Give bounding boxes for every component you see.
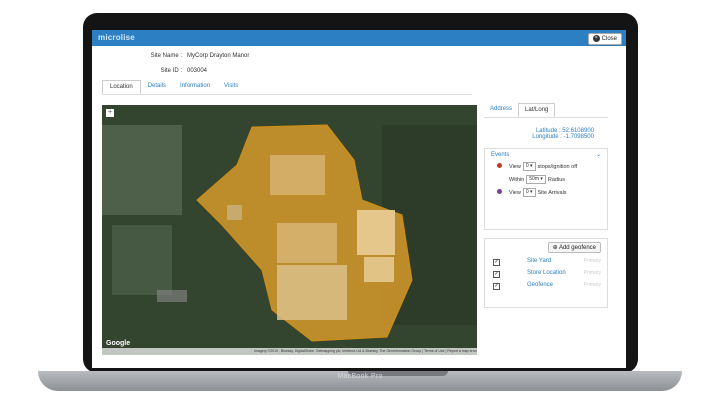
site-name-label: Site Name : [150, 53, 182, 59]
events-title: Events [491, 152, 510, 158]
geofence-status: Primary [583, 270, 601, 276]
events-header[interactable]: Events ⌄ [485, 149, 607, 161]
map-imagery [102, 105, 477, 355]
site-id-label: Site ID : [160, 68, 182, 74]
tab-details[interactable]: Details [141, 80, 173, 94]
arrivals-text: Site Arrivals [537, 189, 567, 196]
arrivals-dot-icon [497, 189, 502, 194]
tab-information[interactable]: Information [173, 80, 217, 94]
tab-lat-long[interactable]: Lat/Long [518, 103, 556, 117]
geofence-row: ✓ Geofence Primary [485, 281, 607, 293]
tab-visits[interactable]: Visits [217, 80, 245, 94]
site-id-value: 003004 [187, 68, 208, 74]
arrivals-view-label: View [509, 189, 521, 196]
site-name-value: MyCorp Drayton Manor [187, 53, 250, 59]
radius-row: Within 50m ▾ Radius [485, 174, 607, 187]
longitude-value: -1.7098500 [563, 134, 594, 140]
close-button[interactable]: × Close [587, 33, 622, 45]
chevron-down-icon[interactable]: ⌄ [596, 151, 601, 158]
main-tabs: Location Details Information Visits [102, 80, 472, 95]
checkbox[interactable]: ✓ [493, 259, 500, 266]
stops-dot-icon [497, 163, 502, 168]
stops-row: View 0 ▾ stops/ignition off [485, 161, 607, 174]
tab-location[interactable]: Location [102, 80, 141, 94]
stops-view-label: View [509, 163, 521, 170]
side-tabs: Address Lat/Long [484, 103, 608, 118]
laptop-model-label: MacBook Pro [337, 373, 383, 380]
radius-text: Radius [547, 176, 566, 183]
longitude-label: Longitude : [532, 134, 562, 140]
side-panel: Address Lat/Long Latitude : 52.6108900 L… [484, 103, 608, 308]
stops-select[interactable]: 0 ▾ [522, 162, 536, 171]
map-attribution: Imagery ©2019 , Bluesky, DigitalGlobe, G… [102, 348, 477, 355]
geofence-name-link[interactable]: Store Location [527, 270, 566, 276]
google-logo: Google [106, 340, 131, 347]
geofence-name-link[interactable]: Geofence [527, 282, 553, 288]
longitude-row: Longitude : -1.7098500 [484, 134, 608, 140]
add-geofence-button[interactable]: ⊕ Add geofence [547, 242, 601, 253]
geofence-row: ✓ Store Location Primary [485, 269, 607, 281]
plus-icon: ⊕ [552, 245, 558, 251]
geofence-row: ✓ Site Yard Primary [485, 257, 607, 269]
app-header: microlise × Close [92, 30, 626, 46]
close-label: Close [601, 36, 617, 42]
checkbox[interactable]: ✓ [493, 271, 500, 278]
radius-select[interactable]: 50m ▾ [526, 175, 546, 184]
satellite-map[interactable]: + Google Imagery ©2019 , Bluesky, Digita… [102, 105, 477, 355]
geofence-status: Primary [583, 258, 601, 264]
stops-text: stops/ignition off [537, 163, 578, 170]
arrivals-row: View 0 ▾ Site Arrivals [485, 187, 607, 200]
screen: microlise × Close Site Name : MyCorp Dray… [92, 30, 626, 368]
arrivals-select[interactable]: 0 ▾ [522, 188, 536, 197]
checkbox[interactable]: ✓ [493, 283, 500, 290]
tab-address[interactable]: Address [484, 103, 518, 117]
geofence-name-link[interactable]: Site Yard [527, 258, 551, 264]
events-panel: Events ⌄ View 0 ▾ stops/ignition off Within… [484, 148, 608, 230]
within-label: Within [509, 176, 525, 183]
geofence-status: Primary [583, 282, 601, 288]
map-zoom-in-button[interactable]: + [106, 109, 114, 117]
geofence-panel: ⊕ Add geofence ✓ Site Yard Primary ✓ Sto… [484, 238, 608, 308]
close-icon: × [592, 34, 600, 42]
brand-logo: microlise [98, 33, 135, 42]
